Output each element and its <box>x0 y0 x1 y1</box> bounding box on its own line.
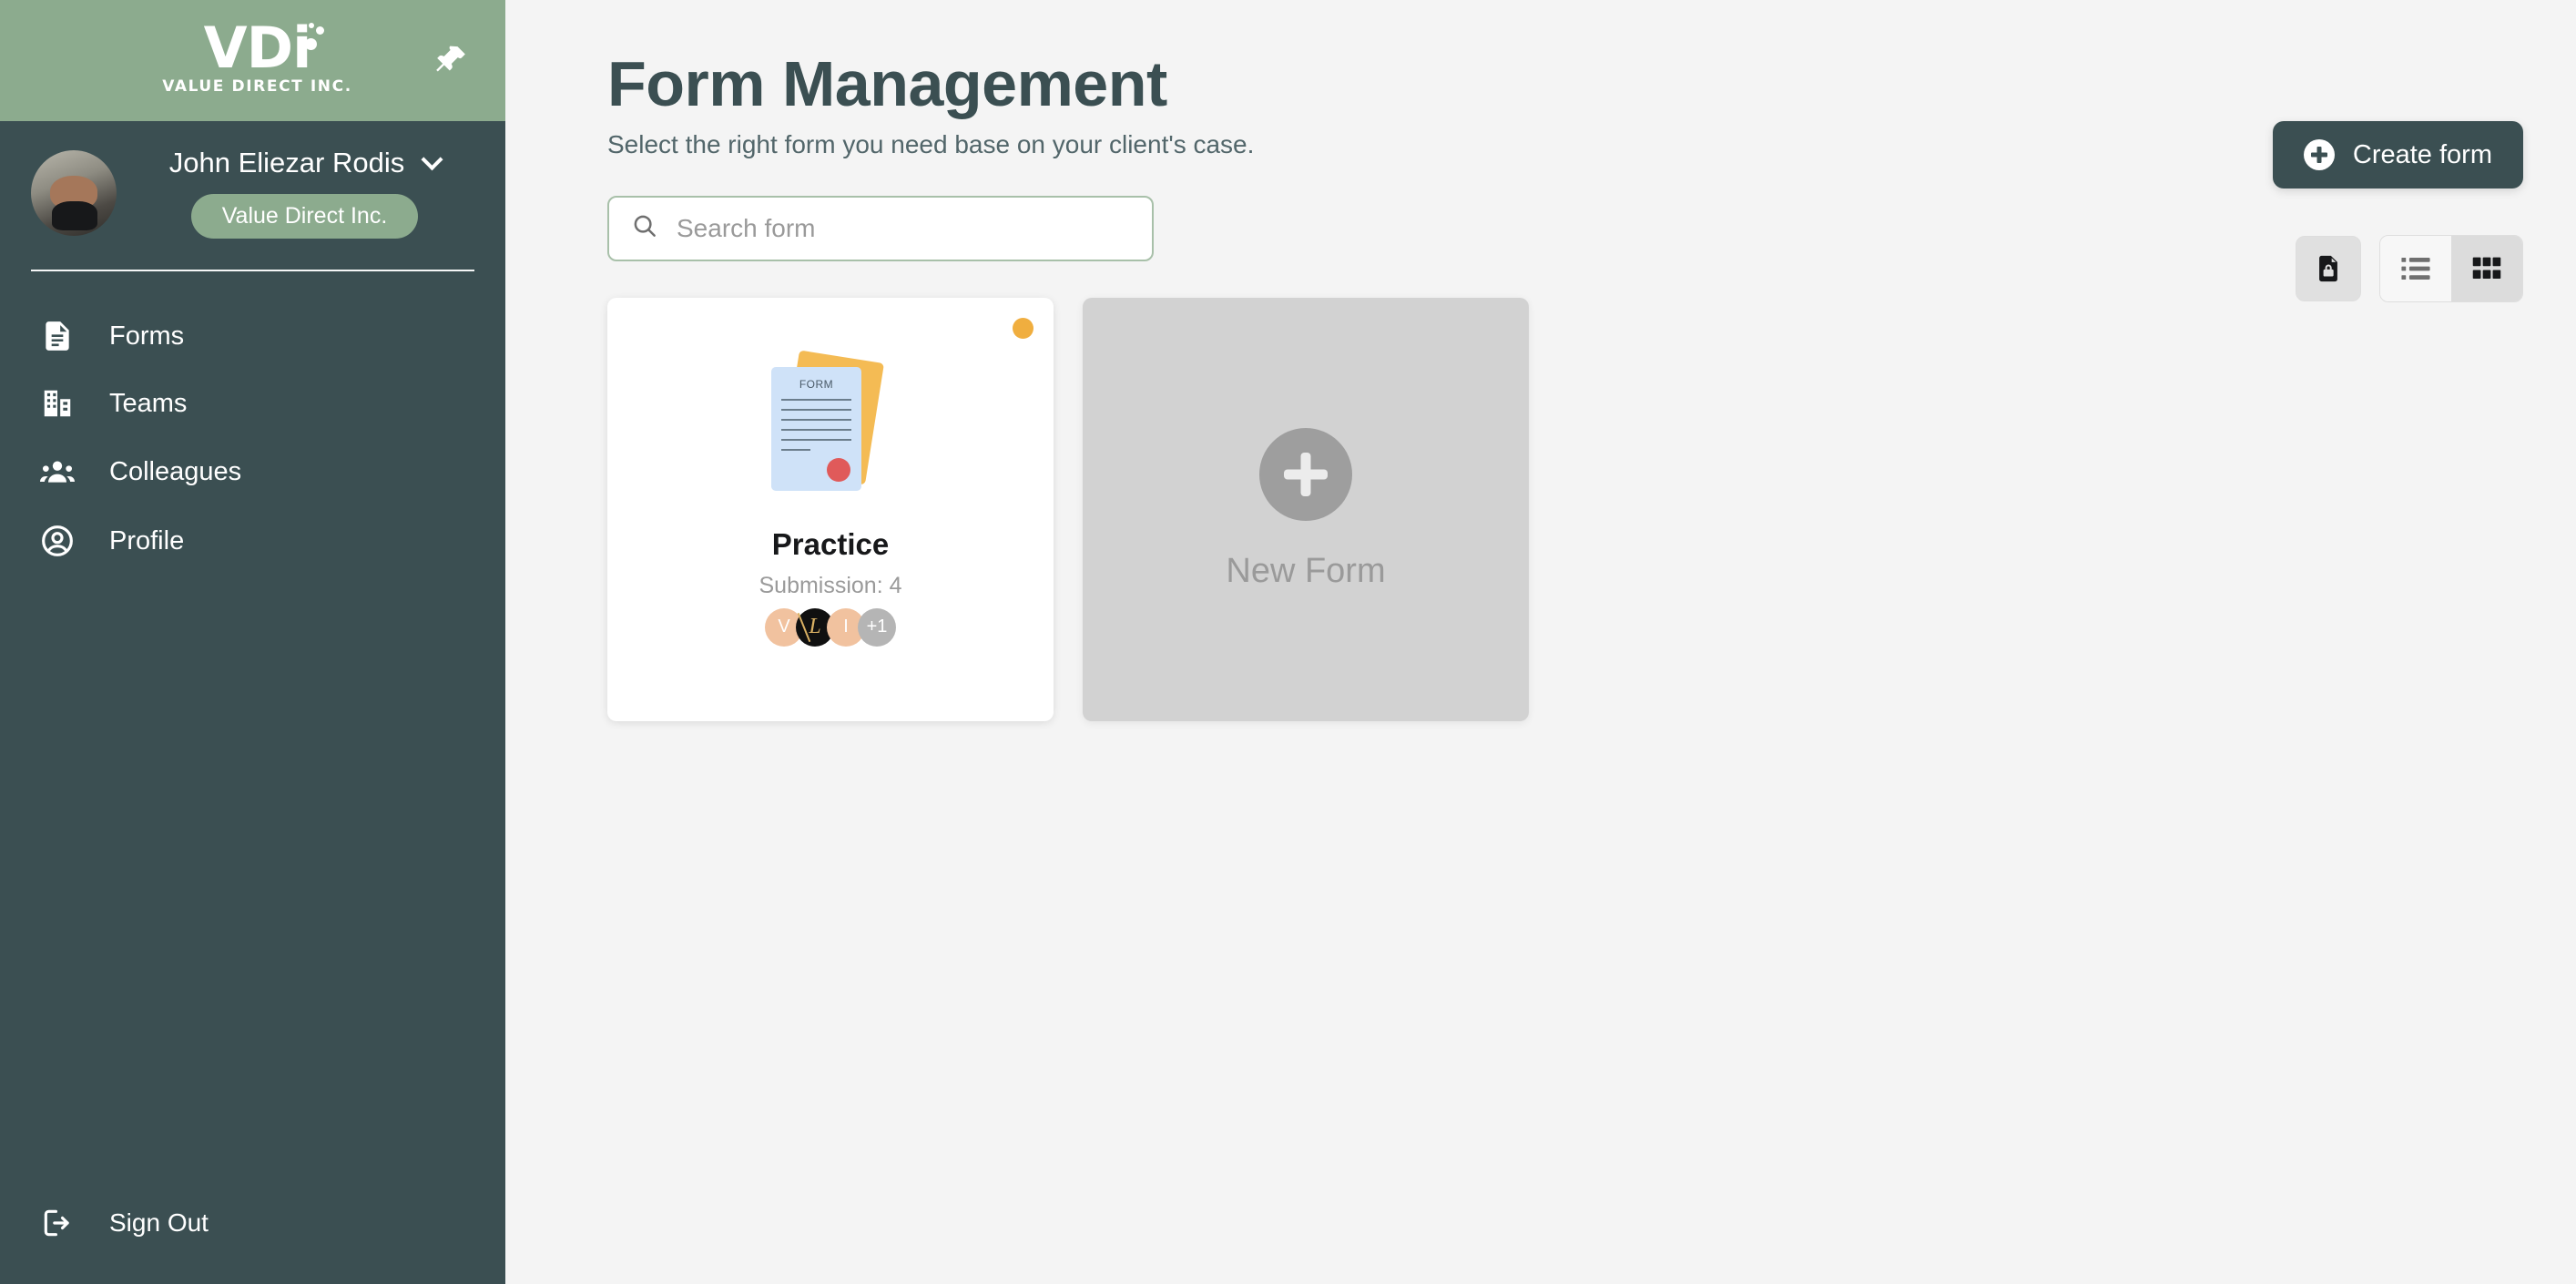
new-form-label: New Form <box>1226 551 1386 590</box>
sidebar-item-label: Profile <box>109 525 185 555</box>
user-circle-icon <box>36 523 78 559</box>
building-icon <box>36 386 78 421</box>
grid-view-button[interactable] <box>2451 236 2522 301</box>
locked-forms-button[interactable] <box>2296 236 2361 301</box>
chevron-down-icon[interactable] <box>421 148 443 170</box>
pushpin-icon[interactable] <box>425 36 476 87</box>
list-view-button[interactable] <box>2380 236 2451 301</box>
logo-bubble-icon <box>316 26 325 36</box>
search-input[interactable] <box>677 213 1130 243</box>
vdi-logo: VDi VALUE DIRECT INC. <box>162 15 352 96</box>
sheet-line <box>781 418 851 421</box>
form-card-title: Practice <box>771 526 890 561</box>
sidebar-item-colleagues[interactable]: Colleagues <box>0 437 505 506</box>
create-form-label: Create form <box>2352 139 2492 169</box>
search-icon <box>631 212 658 244</box>
document-icon <box>36 319 78 353</box>
page-title: Form Management <box>607 48 1167 119</box>
sheet-line <box>781 428 851 431</box>
user-name-row[interactable]: John Eliezar Rodis <box>168 147 443 179</box>
plus-circle-icon <box>2303 139 2335 170</box>
sheet-front-icon: FORM <box>771 366 861 491</box>
user-name: John Eliezar Rodis <box>168 147 405 178</box>
form-card-submission-count: Submission: 4 <box>759 572 902 598</box>
view-mode-group <box>2379 235 2523 302</box>
user-block: John Eliezar Rodis Value Direct Inc. <box>0 121 505 239</box>
avatar <box>31 149 117 236</box>
logo-bubble-icon <box>309 23 315 29</box>
logo-mark: VDi <box>203 15 325 82</box>
sidebar-nav: Forms Teams Colleagues Profile <box>0 302 505 576</box>
status-badge <box>1013 317 1033 339</box>
sheet-line <box>781 448 810 451</box>
create-form-button[interactable]: Create form <box>2272 121 2523 189</box>
logo-bubble-icon <box>305 38 318 51</box>
form-illustration-icon: FORM <box>753 349 908 502</box>
search-box[interactable] <box>607 195 1154 261</box>
logo-text: VDi <box>203 15 312 82</box>
sign-out-button[interactable]: Sign Out <box>0 1189 505 1284</box>
people-icon <box>36 453 78 490</box>
sidebar-divider <box>31 270 474 271</box>
plus-icon <box>1259 427 1352 521</box>
member-avatar-stack: V L I +1 <box>765 607 896 647</box>
seal-icon <box>827 457 850 482</box>
form-card-practice[interactable]: FORM Practice Submission: 4 V L I +1 <box>607 297 1054 721</box>
logout-icon <box>36 1206 78 1240</box>
sidebar-item-teams[interactable]: Teams <box>0 370 505 437</box>
sidebar-header: VDi VALUE DIRECT INC. <box>0 0 505 121</box>
sheet-line <box>781 438 851 441</box>
sidebar: VDi VALUE DIRECT INC. John Eliezar Rodis… <box>0 0 505 1284</box>
user-meta: John Eliezar Rodis Value Direct Inc. <box>135 147 474 239</box>
view-controls <box>2296 235 2523 302</box>
sidebar-item-profile[interactable]: Profile <box>0 506 505 576</box>
sidebar-item-label: Colleagues <box>109 456 242 486</box>
sheet-line <box>781 398 851 401</box>
new-form-card[interactable]: New Form <box>1083 297 1529 721</box>
main-content: Form Management Select the right form yo… <box>505 0 2576 1284</box>
sidebar-item-label: Teams <box>109 388 188 418</box>
sheet-line <box>781 408 851 411</box>
sign-out-label: Sign Out <box>109 1208 209 1237</box>
user-row[interactable]: John Eliezar Rodis Value Direct Inc. <box>31 147 474 239</box>
sheet-title: FORM <box>799 377 834 391</box>
organization-badge: Value Direct Inc. <box>190 194 419 239</box>
forms-grid: FORM Practice Submission: 4 V L I +1 New… <box>607 297 2518 721</box>
sidebar-item-forms[interactable]: Forms <box>0 302 505 370</box>
sidebar-item-label: Forms <box>109 321 185 351</box>
toolbar <box>607 195 2518 261</box>
page-subtitle: Select the right form you need base on y… <box>607 129 1255 158</box>
member-avatar-overflow[interactable]: +1 <box>858 607 896 647</box>
